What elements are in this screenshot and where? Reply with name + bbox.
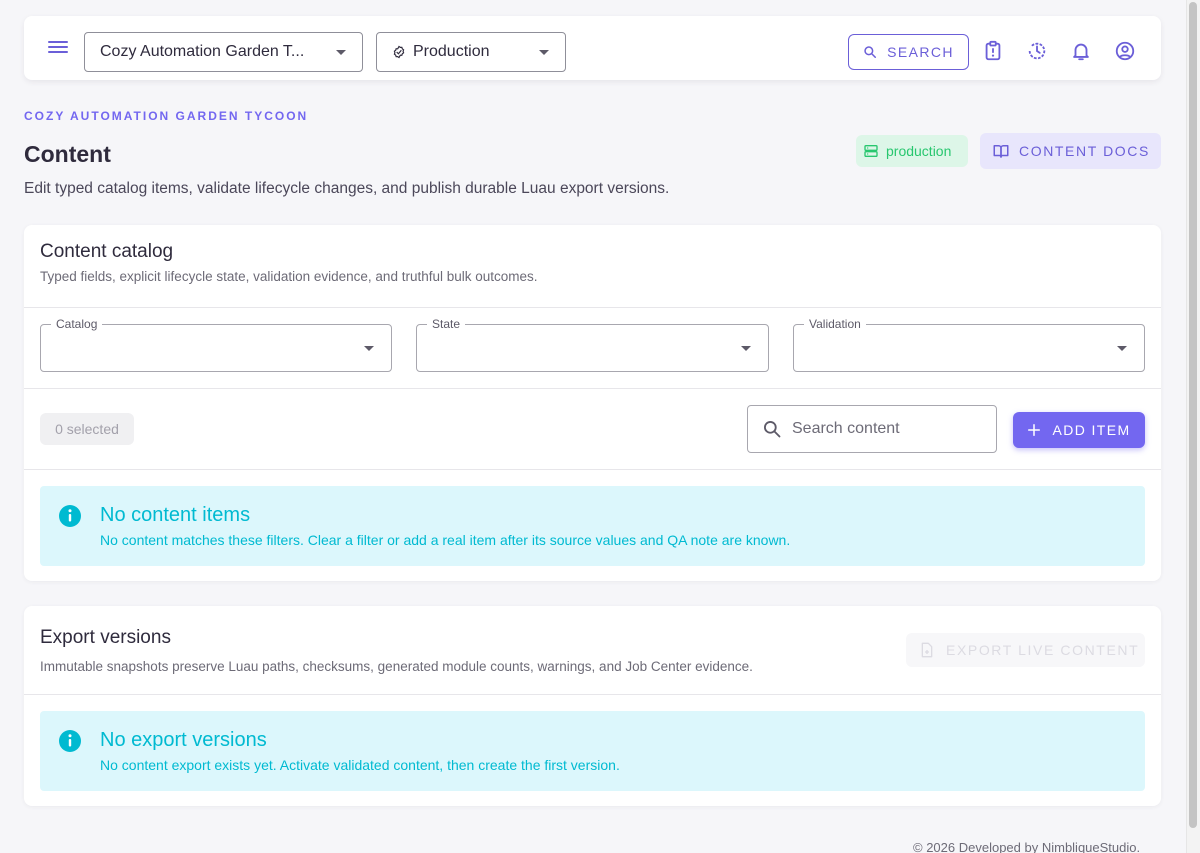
check-circle-icon bbox=[393, 45, 405, 59]
export-live-content-label: EXPORT LIVE CONTENT bbox=[946, 642, 1140, 658]
bell-icon[interactable] bbox=[1070, 40, 1092, 62]
empty-content-title: No content items bbox=[100, 504, 251, 526]
chevron-down-icon bbox=[539, 50, 549, 55]
history-icon[interactable] bbox=[1026, 40, 1048, 62]
export-live-content-button[interactable]: EXPORT LIVE CONTENT bbox=[906, 633, 1145, 667]
scrollbar[interactable] bbox=[1186, 0, 1200, 853]
search-content-field[interactable] bbox=[747, 405, 997, 453]
catalog-filter[interactable]: Catalog bbox=[40, 317, 392, 372]
export-card-title: Export versions bbox=[40, 627, 171, 648]
empty-export-title: No export versions bbox=[100, 729, 267, 751]
project-select-value: Cozy Automation Garden T... bbox=[100, 43, 305, 60]
environment-badge: production bbox=[856, 135, 968, 167]
project-eyebrow: COZY AUTOMATION GARDEN TYCOON bbox=[24, 109, 309, 123]
empty-content-alert: No content items No content matches thes… bbox=[40, 486, 1145, 566]
environment-badge-label: production bbox=[886, 143, 952, 159]
empty-export-alert: No export versions No content export exi… bbox=[40, 711, 1145, 791]
page-title: Content bbox=[24, 141, 111, 167]
selected-count-chip: 0 selected bbox=[40, 413, 134, 445]
divider bbox=[24, 694, 1161, 695]
add-item-button[interactable]: ADD ITEM bbox=[1013, 412, 1145, 448]
chevron-down-icon bbox=[741, 346, 751, 351]
divider bbox=[24, 388, 1161, 389]
environment-select-value: Production bbox=[413, 43, 490, 60]
chevron-down-icon bbox=[1117, 346, 1127, 351]
file-export-icon bbox=[921, 642, 933, 658]
export-card-subtitle: Immutable snapshots preserve Luau paths,… bbox=[40, 659, 753, 674]
info-icon bbox=[59, 505, 81, 527]
clipboard-alert-icon[interactable] bbox=[982, 40, 1004, 62]
validation-filter-label: Validation bbox=[804, 317, 866, 331]
state-filter-label: State bbox=[427, 317, 466, 331]
catalog-filter-label: Catalog bbox=[51, 317, 103, 331]
divider bbox=[24, 307, 1161, 308]
search-button-label: SEARCH bbox=[887, 44, 954, 60]
footer-text: © 2026 Developed by NimbliqueStudio. bbox=[913, 840, 1141, 853]
add-item-label: ADD ITEM bbox=[1052, 422, 1131, 438]
content-docs-label: CONTENT DOCS bbox=[1019, 143, 1150, 159]
search-button[interactable]: SEARCH bbox=[848, 34, 969, 70]
project-select[interactable]: Cozy Automation Garden T... bbox=[84, 32, 363, 72]
scrollbar-thumb[interactable] bbox=[1189, 2, 1197, 828]
server-icon bbox=[864, 145, 878, 157]
state-filter[interactable]: State bbox=[416, 317, 769, 372]
catalog-card-title: Content catalog bbox=[40, 241, 174, 262]
account-circle-icon[interactable] bbox=[1114, 40, 1136, 62]
search-icon bbox=[764, 421, 781, 438]
environment-select[interactable]: Production bbox=[376, 32, 566, 72]
validation-filter[interactable]: Validation bbox=[793, 317, 1145, 372]
content-catalog-card: Content catalog Typed fields, explicit l… bbox=[24, 225, 1161, 581]
empty-content-body: No content matches these filters. Clear … bbox=[100, 532, 791, 548]
menu-icon[interactable] bbox=[48, 38, 68, 58]
top-bar: Cozy Automation Garden T... Production S… bbox=[24, 16, 1161, 80]
empty-export-body: No content export exists yet. Activate v… bbox=[100, 757, 620, 773]
plus-icon bbox=[1028, 423, 1041, 437]
chevron-down-icon bbox=[364, 346, 374, 351]
info-icon bbox=[59, 730, 81, 752]
divider bbox=[24, 469, 1161, 470]
export-versions-card: Export versions Immutable snapshots pres… bbox=[24, 606, 1161, 806]
search-content-input[interactable] bbox=[792, 420, 982, 438]
content-docs-button[interactable]: CONTENT DOCS bbox=[980, 133, 1161, 169]
page-description: Edit typed catalog items, validate lifec… bbox=[24, 180, 670, 197]
catalog-card-subtitle: Typed fields, explicit lifecycle state, … bbox=[40, 269, 538, 284]
search-icon bbox=[864, 46, 877, 59]
book-icon bbox=[993, 145, 1009, 158]
chevron-down-icon bbox=[336, 50, 346, 55]
